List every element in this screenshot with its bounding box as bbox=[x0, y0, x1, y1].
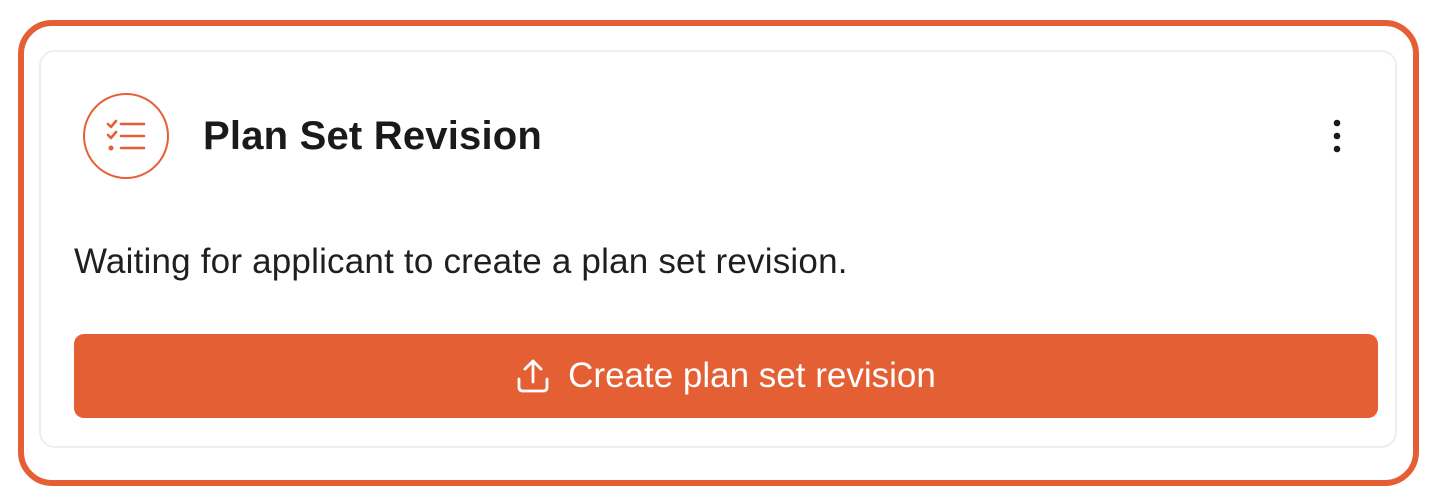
plan-set-revision-card: Plan Set Revision Waiting for applicant … bbox=[39, 50, 1397, 448]
card-header: Plan Set Revision bbox=[83, 92, 1357, 180]
create-plan-set-revision-label: Create plan set revision bbox=[568, 356, 936, 395]
upload-icon bbox=[516, 358, 550, 394]
status-message: Waiting for applicant to create a plan s… bbox=[74, 242, 848, 281]
kebab-menu-icon[interactable] bbox=[1317, 106, 1357, 166]
card-title: Plan Set Revision bbox=[203, 113, 543, 158]
create-plan-set-revision-button[interactable]: Create plan set revision bbox=[74, 334, 1378, 418]
checklist-icon bbox=[83, 93, 169, 179]
highlight-frame: Plan Set Revision Waiting for applicant … bbox=[18, 20, 1419, 486]
